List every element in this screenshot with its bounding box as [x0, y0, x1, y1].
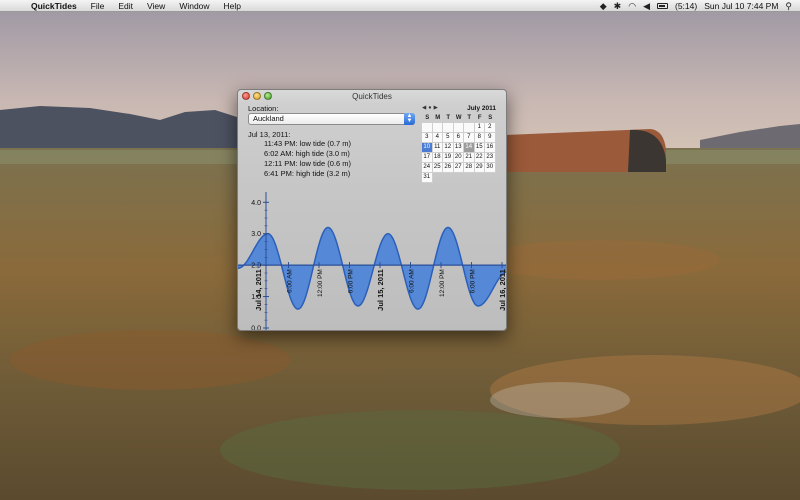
calendar-day[interactable]: 3: [422, 133, 433, 143]
spotlight-search-icon[interactable]: ⚲: [785, 0, 792, 12]
calendar-empty-cell: [443, 123, 454, 133]
today-dot-icon[interactable]: ●: [428, 105, 431, 111]
dropbox-icon[interactable]: ◆: [600, 0, 607, 12]
menu-view[interactable]: View: [147, 1, 165, 11]
calendar-day[interactable]: 19: [443, 153, 454, 163]
menu-edit[interactable]: Edit: [118, 1, 133, 11]
calendar-day[interactable]: 10: [422, 143, 433, 153]
calendar-day[interactable]: 8: [474, 133, 485, 143]
battery-time[interactable]: (5:14): [675, 1, 697, 11]
calendar-day[interactable]: 2: [485, 123, 496, 133]
calendar-day[interactable]: 29: [474, 163, 485, 173]
menu-clock[interactable]: Sun Jul 10 7:44 PM: [704, 1, 778, 11]
menu-help[interactable]: Help: [224, 1, 241, 11]
y-tick-label: 0.0: [251, 326, 261, 332]
y-tick-label: 4.0: [251, 200, 261, 207]
x-tick-label: 6:00 AM: [287, 269, 294, 293]
calendar-day[interactable]: 26: [443, 163, 454, 173]
calendar-day[interactable]: 5: [443, 133, 454, 143]
tide-entry: 11:43 PM: low tide (0.7 m): [264, 139, 351, 148]
calendar-day[interactable]: 25: [432, 163, 443, 173]
calendar-day[interactable]: 12: [443, 143, 454, 153]
calendar-empty-cell: [432, 123, 443, 133]
calendar-day[interactable]: 24: [422, 163, 433, 173]
tide-entry: 12:11 PM: low tide (0.6 m): [264, 159, 351, 168]
tide-entry: 6:02 AM: high tide (3.0 m): [264, 149, 350, 158]
calendar-day[interactable]: 6: [453, 133, 464, 143]
menu-bar: QuickTides File Edit View Window Help ◆ …: [0, 0, 800, 12]
location-label: Location:: [248, 104, 279, 113]
calendar-day[interactable]: 9: [485, 133, 496, 143]
menu-app-name[interactable]: QuickTides: [31, 1, 77, 11]
x-tick-label: 6:00 PM: [470, 269, 477, 293]
weekday-label: T: [446, 115, 451, 121]
calendar-weekday-header: SMTWTFS: [422, 114, 496, 123]
calendar-day[interactable]: 16: [485, 143, 496, 153]
calendar-month-title: July 2011: [467, 105, 496, 112]
y-tick-label: 3.0: [251, 231, 261, 238]
battery-icon[interactable]: [657, 3, 668, 9]
calendar-day-grid: 1 2 3 4 5 6 7 8 9 10 11 12 13 14 15 16 17 18 19 20 21 22 23 24 2…: [422, 123, 496, 183]
tide-chart[interactable]: 0.01.02.03.04.0Jul 14, 2011 6:00 AM 12:00 …: [238, 188, 507, 331]
next-month-icon[interactable]: ▶: [434, 105, 438, 111]
quicktides-window: QuickTides Location: Auckland ▲ ▼ Jul 13,…: [237, 89, 507, 331]
weekday-label: S: [488, 115, 493, 121]
calendar-day[interactable]: 4: [432, 133, 443, 143]
menu-window[interactable]: Window: [179, 1, 209, 11]
calendar-day[interactable]: 30: [485, 163, 496, 173]
wifi-icon[interactable]: ◠: [628, 0, 636, 12]
calendar-empty-cell: [453, 123, 464, 133]
window-titlebar[interactable]: QuickTides: [238, 90, 506, 104]
calendar-day[interactable]: 31: [422, 173, 433, 183]
calendar-day[interactable]: 11: [432, 143, 443, 153]
calendar-day[interactable]: 1: [474, 123, 485, 133]
volume-icon[interactable]: ◀: [643, 0, 650, 12]
tide-date-heading: Jul 13, 2011:: [248, 130, 291, 139]
calendar-day[interactable]: 13: [453, 143, 464, 153]
x-tick-label: 12:00 PM: [439, 269, 446, 297]
calendar-day[interactable]: 17: [422, 153, 433, 163]
calendar-day[interactable]: 23: [485, 153, 496, 163]
x-tick-label: 12:00 PM: [317, 269, 324, 297]
calendar-day[interactable]: 21: [464, 153, 475, 163]
calendar-day[interactable]: 15: [474, 143, 485, 153]
weekday-label: W: [455, 115, 462, 121]
chevron-updown-icon: ▲ ▼: [404, 113, 415, 125]
weekday-label: T: [467, 115, 472, 121]
calendar-day[interactable]: 20: [453, 153, 464, 163]
calendar: ◀ ● ▶ July 2011 SMTWTFS 1 2 3 4 5 6 7 8 9 10 11 12 1…: [422, 104, 496, 183]
x-tick-label: Jul 16, 2011: [498, 269, 507, 311]
menu-file[interactable]: File: [91, 1, 105, 11]
tide-list: 11:43 PM: low tide (0.7 m) 6:02 AM: high…: [264, 139, 351, 179]
tide-area: [238, 227, 506, 310]
calendar-day[interactable]: 22: [474, 153, 485, 163]
location-value: Auckland: [253, 114, 284, 123]
weekday-label: M: [435, 115, 441, 121]
calendar-day[interactable]: 14: [464, 143, 475, 153]
calendar-day[interactable]: 27: [453, 163, 464, 173]
x-tick-label: Jul 15, 2011: [376, 269, 385, 311]
x-tick-label: 6:00 PM: [348, 269, 355, 293]
bluetooth-icon[interactable]: ✱: [614, 0, 622, 12]
calendar-day[interactable]: 28: [464, 163, 475, 173]
x-tick-label: Jul 14, 2011: [254, 269, 263, 311]
weekday-label: F: [477, 115, 482, 121]
previous-month-icon[interactable]: ◀: [422, 105, 426, 111]
calendar-day[interactable]: 18: [432, 153, 443, 163]
window-title: QuickTides: [352, 92, 392, 101]
tide-entry: 6:41 PM: high tide (3.2 m): [264, 169, 351, 178]
calendar-empty-cell: [464, 123, 475, 133]
x-tick-label: 6:00 AM: [409, 269, 416, 293]
calendar-day[interactable]: 7: [464, 133, 475, 143]
y-tick-label: 2.0: [251, 263, 261, 270]
calendar-empty-cell: [422, 123, 433, 133]
location-select[interactable]: Auckland ▲ ▼: [248, 113, 415, 125]
weekday-label: S: [425, 115, 430, 121]
